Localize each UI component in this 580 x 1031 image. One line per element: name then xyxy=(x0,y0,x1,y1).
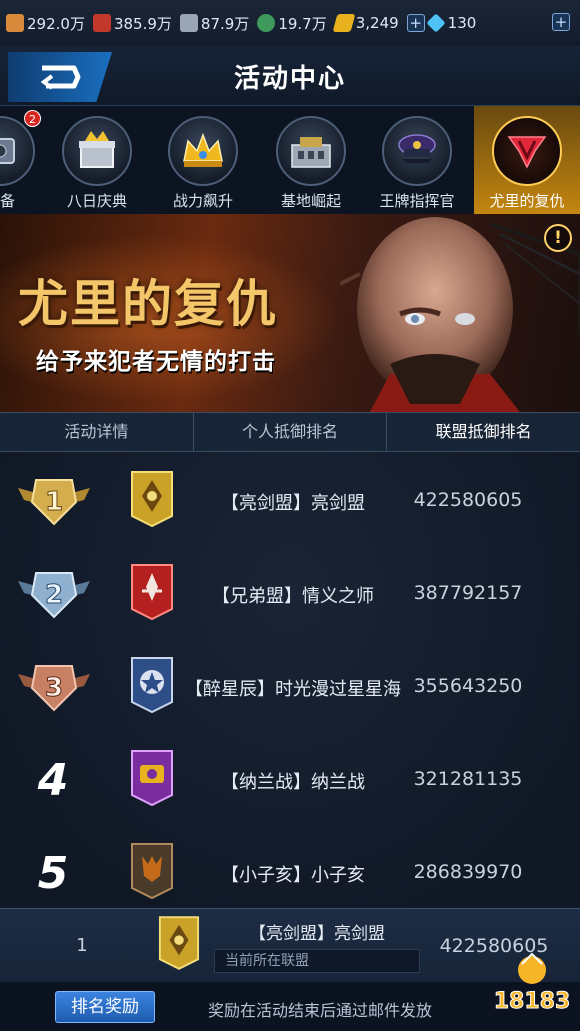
resource-steel: 87.9万 xyxy=(179,13,250,34)
watermark-logo: 18183 xyxy=(493,952,571,1015)
tab-label: 八日庆典 xyxy=(66,192,127,210)
alliance-score: 286839970 xyxy=(413,861,523,883)
officer-cap-icon xyxy=(382,116,452,186)
ranking-row: 3 【醉星辰】时光漫过星星海 355643250 xyxy=(0,638,580,731)
subtab-event-details[interactable]: 活动详情 xyxy=(0,413,194,451)
yuri-emblem-icon xyxy=(492,116,562,186)
gold-icon xyxy=(332,14,356,32)
tab-label: 战力飙升 xyxy=(172,192,233,210)
resource-ore: 385.9万 xyxy=(92,13,172,34)
alliance-name: 【兄弟盟】情义之师 xyxy=(212,586,374,607)
tab-label: 尤里的复仇 xyxy=(489,192,565,210)
alliance-name: 【亮剑盟】亮剑盟 xyxy=(221,493,365,514)
event-banner: 尤里的复仇 给予来犯者无情的打击 ! xyxy=(0,214,580,412)
my-rank: 1 xyxy=(76,935,88,956)
resource-ore-value: 385.9万 xyxy=(113,14,172,33)
alliance-score: 422580605 xyxy=(413,489,523,511)
banner-title: 尤里的复仇 xyxy=(18,275,278,333)
alliance-flag-icon xyxy=(158,916,200,970)
tab-eight-day[interactable]: 2 八日庆典 xyxy=(24,106,150,214)
diamond-icon xyxy=(426,13,446,33)
info-button[interactable]: ! xyxy=(544,224,572,252)
add-resource-button[interactable]: + xyxy=(552,13,570,31)
gift-box-icon xyxy=(62,116,132,186)
resource-gold-value: 3,249 xyxy=(355,14,399,32)
resource-oil: 19.7万 xyxy=(257,13,327,34)
page-header: 活动中心 xyxy=(0,46,580,106)
silver-medal-icon: 2 xyxy=(18,572,90,619)
banner-subtitle: 给予来犯者无情的打击 xyxy=(36,349,276,375)
tab-power-surge[interactable]: 战力飙升 xyxy=(150,106,256,214)
tab-base-rise[interactable]: 基地崛起 xyxy=(258,106,364,214)
oil-icon xyxy=(257,14,276,32)
alliance-name: 【醉星辰】时光漫过星星海 xyxy=(185,679,401,700)
bronze-medal-icon: 3 xyxy=(18,665,90,712)
resource-wood-value: 292.0万 xyxy=(27,14,85,33)
ranking-row: 5 【小子亥】小子亥 286839970 xyxy=(0,824,580,917)
subtab-alliance-ranking[interactable]: 联盟抵御排名 xyxy=(387,413,580,451)
tab-ace-commander[interactable]: 王牌指挥官 xyxy=(364,106,470,214)
watermark-text: 18183 xyxy=(494,989,571,1014)
tab-label: 基地崛起 xyxy=(280,192,341,210)
add-diamond-button[interactable]: + xyxy=(406,14,425,32)
svg-text:1: 1 xyxy=(45,487,63,517)
gold-medal-icon: 1 xyxy=(18,479,90,526)
ranking-row: 2 【兄弟盟】情义之师 387792157 xyxy=(0,545,580,638)
my-alliance-name: 【亮剑盟】亮剑盟 xyxy=(249,924,385,944)
ranking-row: 1 【亮剑盟】亮剑盟 422580605 xyxy=(0,452,580,545)
resource-diamond-value: 130 xyxy=(447,14,477,32)
alliance-score: 387792157 xyxy=(413,582,523,604)
alliance-flag-icon xyxy=(131,843,173,900)
alliance-name: 【小子亥】小子亥 xyxy=(221,865,365,886)
svg-text:2: 2 xyxy=(45,580,63,610)
rank-number: 4 xyxy=(37,755,69,806)
steel-icon xyxy=(179,14,198,32)
current-alliance-label: 当前所在联盟 xyxy=(214,949,420,973)
ranking-row: 4 【纳兰战】纳兰战 321281135 xyxy=(0,731,580,824)
tab-label: 王牌指挥官 xyxy=(379,192,455,210)
resource-wood: 292.0万 xyxy=(6,13,85,34)
alliance-flag-icon xyxy=(131,564,173,621)
ranking-reward-button[interactable]: 排名奖励 xyxy=(55,991,155,1023)
ore-icon xyxy=(92,14,111,32)
resource-bar: 292.0万 385.9万 87.9万 19.7万 3,249 + 130 + xyxy=(0,0,580,46)
wood-icon xyxy=(6,14,24,32)
tab-yuri-revenge[interactable]: 尤里的复仇 xyxy=(474,106,580,214)
alliance-score: 321281135 xyxy=(413,768,523,790)
subtab-personal-ranking[interactable]: 个人抵御排名 xyxy=(194,413,388,451)
page-title: 活动中心 xyxy=(233,64,346,94)
svg-text:3: 3 xyxy=(45,673,63,703)
rank-number: 5 xyxy=(37,848,69,899)
crown-icon xyxy=(168,116,238,186)
ranking-list: 1 【亮剑盟】亮剑盟 422580605 2 【兄弟盟】情义之师 3877921… xyxy=(0,452,580,908)
alliance-name: 【纳兰战】纳兰战 xyxy=(221,772,365,793)
alliance-flag-icon xyxy=(131,471,173,528)
alliance-flag-icon xyxy=(131,657,173,714)
building-icon xyxy=(276,116,346,186)
notification-badge: 2 xyxy=(24,110,41,127)
resource-steel-value: 87.9万 xyxy=(200,14,250,33)
alliance-score: 355643250 xyxy=(413,675,523,697)
reward-note: 奖励在活动结束后通过邮件发放 xyxy=(208,1001,433,1020)
resource-gold: 3,249 xyxy=(332,14,399,32)
yuri-portrait xyxy=(340,217,580,412)
resource-diamond: + 130 xyxy=(406,13,477,33)
event-tabs: 储备 2 八日庆典 战力飙升 基地崛起 王牌指挥官 尤里的复仇 xyxy=(0,106,580,214)
alliance-flag-icon xyxy=(131,750,173,807)
resource-oil-value: 19.7万 xyxy=(278,14,327,33)
ranking-subtabs: 活动详情 个人抵御排名 联盟抵御排名 xyxy=(0,412,580,452)
